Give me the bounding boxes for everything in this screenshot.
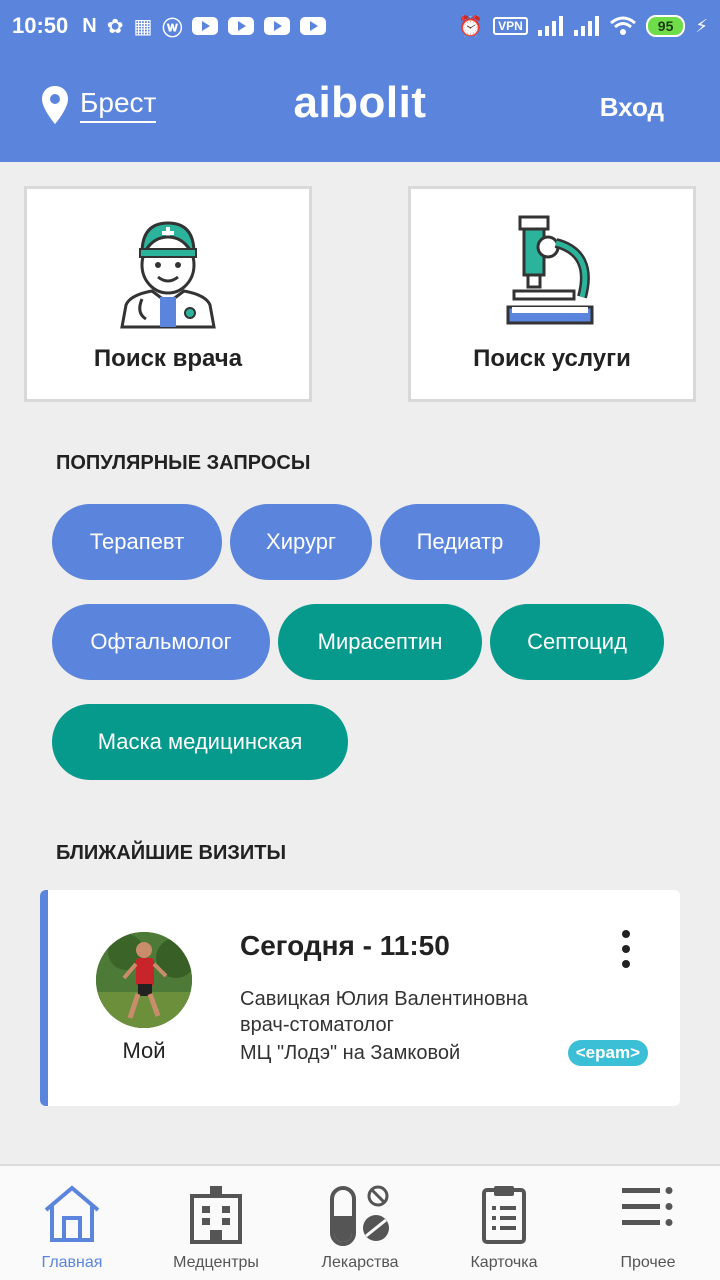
doctor-icon (120, 221, 216, 329)
status-time: 10:50 (12, 13, 69, 38)
clinic-name: МЦ "Лодэ" на Замковой (240, 1042, 461, 1064)
nav-medcenters-label: Медцентры (173, 1254, 259, 1271)
app-n-icon: N (82, 14, 97, 37)
chip-surgeon[interactable]: Хирург (230, 504, 372, 580)
clipboard-icon (482, 1186, 526, 1244)
charging-icon: ⚡ (695, 15, 708, 36)
chip-ophthalmologist[interactable]: Офтальмолог (52, 604, 270, 680)
search-doctor-label: Поиск врача (93, 345, 243, 372)
bottom-navigation: Главная Медцентры Лекарства Карточка Про… (0, 1164, 720, 1280)
pills-icon (330, 1185, 389, 1246)
chip-therapist[interactable]: Терапевт (52, 504, 222, 580)
battery-indicator: 95 (645, 15, 686, 37)
app-header: Брест aibolit Вход (0, 52, 720, 162)
visits-section-title: БЛИЖАЙШИЕ ВИЗИТЫ (56, 842, 287, 864)
nav-home-label: Главная (41, 1254, 103, 1271)
signal-icon (573, 16, 599, 36)
app-w-icon: ⓦ (162, 17, 183, 40)
visit-time: Сегодня - 11:50 (240, 930, 450, 961)
nav-home[interactable]: Главная (0, 1166, 144, 1280)
chip-medical-mask[interactable]: Маска медицинская (52, 704, 348, 780)
home-icon (44, 1185, 100, 1242)
login-button[interactable]: Вход (600, 92, 664, 123)
nav-more-label: Прочее (620, 1254, 676, 1271)
search-doctor-card[interactable]: Поиск врача (24, 186, 312, 402)
partner-badge: <epam> (567, 1040, 648, 1066)
visit-card[interactable]: Мой Сегодня - 11:50 Савицкая Юлия Валент… (40, 890, 680, 1106)
chip-pediatrician[interactable]: Педиатр (380, 504, 540, 580)
nav-card-label: Карточка (470, 1254, 538, 1271)
visit-accent-bar (40, 890, 48, 1106)
search-service-card[interactable]: Поиск услуги (408, 186, 696, 402)
youtube-icon (192, 17, 219, 35)
nav-medicines[interactable]: Лекарства (288, 1166, 432, 1280)
doctor-name: Савицкая Юлия Валентиновна (240, 988, 528, 1010)
more-options-icon[interactable] (622, 930, 632, 975)
status-bar: 10:50 N ✿ ▦ ⓦ ⏰ VPN 95 ⚡ (0, 0, 720, 52)
youtube-icon (228, 17, 255, 35)
avatar (96, 932, 192, 1028)
alarm-icon: ⏰ (458, 15, 484, 38)
nav-card[interactable]: Карточка (432, 1166, 576, 1280)
microscope-icon (506, 215, 594, 325)
chip-septocid[interactable]: Септоцид (490, 604, 664, 680)
wifi-icon (609, 16, 636, 35)
chip-miraseptin[interactable]: Мирасептин (278, 604, 482, 680)
popular-section-title: ПОПУЛЯРНЫЕ ЗАПРОСЫ (56, 452, 311, 474)
vpn-badge: VPN (493, 17, 528, 35)
patient-name: Мой (122, 1038, 166, 1063)
youtube-icon (264, 17, 291, 35)
menu-icon (622, 1187, 673, 1226)
doctor-specialty: врач-стоматолог (240, 1014, 394, 1036)
gift-icon: ✿ (106, 15, 124, 38)
notification-icons: N ✿ ▦ ⓦ (82, 12, 327, 41)
nav-more[interactable]: Прочее (576, 1166, 720, 1280)
nav-medicines-label: Лекарства (321, 1254, 399, 1271)
youtube-icon (300, 17, 327, 35)
apps-icon: ▦ (133, 15, 153, 38)
hospital-icon (190, 1186, 242, 1244)
nav-medcenters[interactable]: Медцентры (144, 1166, 288, 1280)
search-service-label: Поиск услуги (473, 345, 631, 372)
signal-icon (537, 16, 563, 36)
